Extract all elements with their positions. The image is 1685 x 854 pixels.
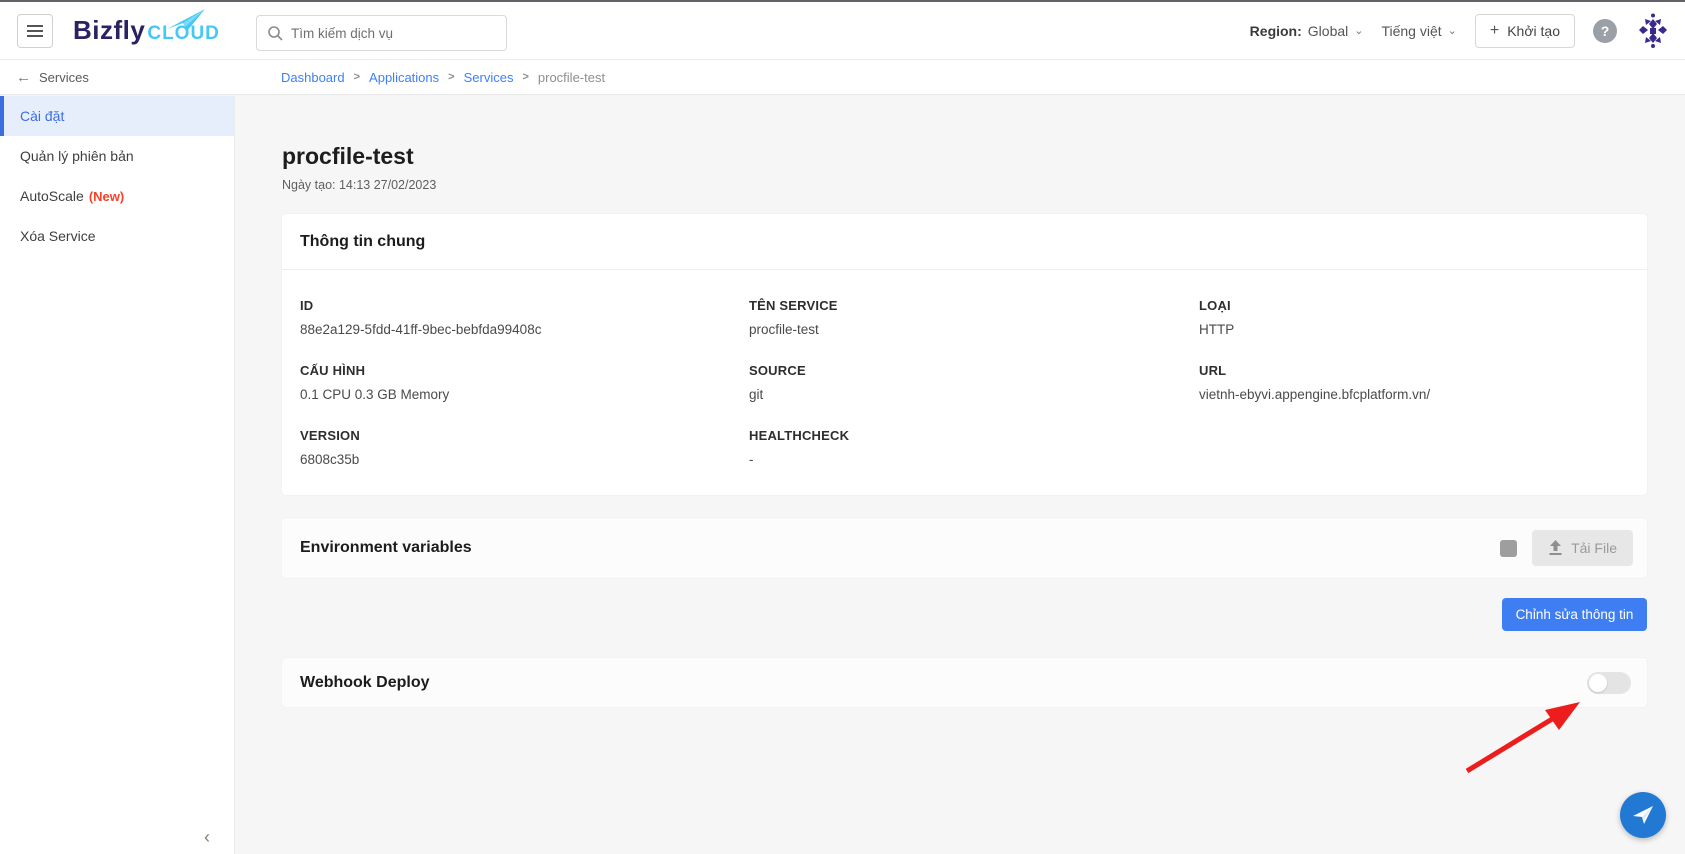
sidebar-item-xoa-service[interactable]: Xóa Service bbox=[0, 216, 234, 256]
language-selector[interactable]: Tiếng việt ⌄ bbox=[1381, 23, 1456, 39]
environment-variables-card: Environment variables Tải File bbox=[282, 518, 1647, 578]
chat-send-button[interactable] bbox=[1620, 792, 1666, 838]
plus-icon: + bbox=[1490, 22, 1499, 40]
field-cau-hinh: CẤU HÌNH 0.1 CPU 0.3 GB Memory bbox=[300, 363, 749, 402]
sidebar-item-label: Quản lý phiên bản bbox=[20, 148, 134, 164]
field-value: vietnh-ebyvi.appengine.bfcplatform.vn/ bbox=[1199, 387, 1629, 402]
field-value: 0.1 CPU 0.3 GB Memory bbox=[300, 387, 749, 402]
language-value: Tiếng việt bbox=[1381, 23, 1441, 39]
search-icon bbox=[267, 25, 283, 41]
toggle-knob bbox=[1589, 674, 1607, 692]
field-ten-service: TÊN SERVICE procfile-test bbox=[749, 298, 1199, 337]
field-value: - bbox=[749, 452, 1199, 467]
field-value: 88e2a129-5fdd-41ff-9bec-bebfda99408c bbox=[300, 322, 749, 337]
logo-text-primary: Bizfly bbox=[73, 15, 145, 46]
sidebar-item-label: Xóa Service bbox=[20, 228, 95, 244]
hamburger-menu-button[interactable] bbox=[17, 14, 53, 48]
help-icon[interactable]: ? bbox=[1593, 19, 1617, 43]
breadcrumb-current: procfile-test bbox=[538, 70, 605, 85]
field-label: ID bbox=[300, 298, 749, 313]
field-label: HEALTHCHECK bbox=[749, 428, 1199, 443]
breadcrumb-dashboard[interactable]: Dashboard bbox=[281, 70, 345, 85]
general-info-title: Thông tin chung bbox=[300, 233, 425, 251]
upload-icon bbox=[1548, 540, 1563, 556]
chevron-down-icon: ⌄ bbox=[1354, 24, 1363, 37]
hamburger-icon bbox=[27, 25, 43, 37]
breadcrumb-separator: > bbox=[522, 71, 528, 83]
sidebar-item-label: AutoScale bbox=[20, 188, 84, 204]
breadcrumb-services[interactable]: Services bbox=[464, 70, 514, 85]
back-arrow-icon: ← bbox=[16, 69, 31, 86]
region-label: Region: bbox=[1250, 23, 1302, 39]
breadcrumb-separator: > bbox=[354, 71, 360, 83]
send-paper-plane-icon bbox=[1631, 803, 1655, 827]
webhook-deploy-toggle[interactable] bbox=[1587, 672, 1631, 694]
chevron-down-icon: ⌄ bbox=[1448, 24, 1457, 37]
field-label: TÊN SERVICE bbox=[749, 298, 1199, 313]
webhook-deploy-title: Webhook Deploy bbox=[300, 674, 1587, 692]
sidebar-item-cai-dat[interactable]: Cài đặt bbox=[0, 96, 234, 136]
sidebar-collapse-chevron[interactable]: ‹ bbox=[204, 827, 210, 848]
app-header: Bizfly CLOUD Region: Global ⌄ Tiếng việt… bbox=[0, 2, 1685, 60]
field-value: git bbox=[749, 387, 1199, 402]
back-to-services-link[interactable]: ← Services bbox=[0, 69, 235, 86]
sidebar-item-autoscale[interactable]: AutoScale (New) bbox=[0, 176, 234, 216]
webhook-deploy-card: Webhook Deploy bbox=[282, 658, 1647, 707]
breadcrumb-separator: > bbox=[448, 71, 454, 83]
field-loai: LOẠI HTTP bbox=[1199, 298, 1629, 337]
field-healthcheck: HEALTHCHECK - bbox=[749, 428, 1199, 467]
field-source: SOURCE git bbox=[749, 363, 1199, 402]
identicon-icon bbox=[1636, 13, 1670, 49]
field-url: URL vietnh-ebyvi.appengine.bfcplatform.v… bbox=[1199, 363, 1629, 402]
breadcrumb-applications[interactable]: Applications bbox=[369, 70, 439, 85]
field-id: ID 88e2a129-5fdd-41ff-9bec-bebfda99408c bbox=[300, 298, 749, 337]
region-selector[interactable]: Region: Global ⌄ bbox=[1250, 23, 1364, 39]
browser-top-strip bbox=[0, 0, 1685, 2]
field-value: 6808c35b bbox=[300, 452, 749, 467]
field-label: LOẠI bbox=[1199, 298, 1629, 313]
main-content: procfile-test Ngày tạo: 14:13 27/02/2023… bbox=[235, 96, 1685, 854]
info-fields-grid: ID 88e2a129-5fdd-41ff-9bec-bebfda99408c … bbox=[282, 270, 1647, 467]
upload-file-button[interactable]: Tải File bbox=[1532, 530, 1633, 566]
field-value: procfile-test bbox=[749, 322, 1199, 337]
create-service-button[interactable]: + Khởi tạo bbox=[1475, 14, 1575, 48]
field-label: URL bbox=[1199, 363, 1629, 378]
general-info-card: Thông tin chung ID 88e2a129-5fdd-41ff-9b… bbox=[282, 214, 1647, 495]
search-input[interactable] bbox=[291, 26, 496, 41]
field-value: HTTP bbox=[1199, 322, 1629, 337]
new-badge: (New) bbox=[89, 189, 124, 204]
field-label: SOURCE bbox=[749, 363, 1199, 378]
user-avatar-identicon[interactable] bbox=[1635, 12, 1671, 50]
sidebar-item-label: Cài đặt bbox=[20, 108, 64, 124]
breadcrumb: Dashboard > Applications > Services > pr… bbox=[281, 70, 605, 85]
field-label: CẤU HÌNH bbox=[300, 363, 749, 378]
upload-button-label: Tải File bbox=[1571, 540, 1617, 556]
field-version: VERSION 6808c35b bbox=[300, 428, 749, 467]
environment-variables-title: Environment variables bbox=[300, 539, 1500, 557]
page-title: procfile-test bbox=[282, 143, 414, 170]
bizfly-cloud-logo[interactable]: Bizfly CLOUD bbox=[73, 15, 220, 46]
paper-plane-logo-icon bbox=[165, 7, 207, 33]
region-value: Global bbox=[1308, 23, 1348, 39]
square-icon[interactable] bbox=[1500, 540, 1517, 557]
subheader-bar: ← Services Dashboard > Applications > Se… bbox=[0, 60, 1685, 95]
create-button-label: Khởi tạo bbox=[1507, 23, 1560, 39]
service-search-box bbox=[256, 15, 507, 51]
field-label: VERSION bbox=[300, 428, 749, 443]
sidebar-item-quan-ly-phien-ban[interactable]: Quản lý phiên bản bbox=[0, 136, 234, 176]
edit-info-button[interactable]: Chỉnh sửa thông tin bbox=[1502, 598, 1647, 631]
service-sidebar: Cài đặt Quản lý phiên bản AutoScale (New… bbox=[0, 96, 235, 854]
back-link-label: Services bbox=[39, 70, 89, 85]
created-date: Ngày tạo: 14:13 27/02/2023 bbox=[282, 178, 436, 192]
